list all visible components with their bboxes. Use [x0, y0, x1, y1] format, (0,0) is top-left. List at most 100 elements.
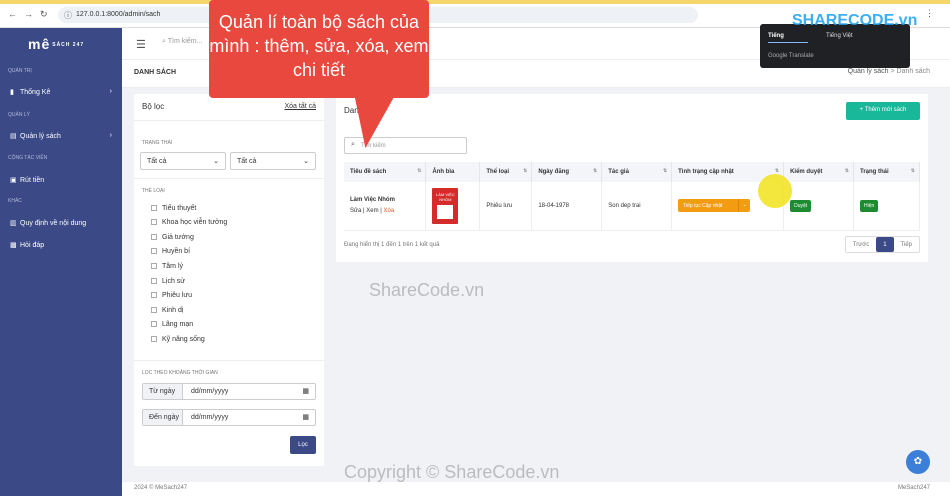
sidebar-item-rut-tien[interactable]: ▣ Rút tiền [10, 176, 114, 184]
chevron-right-icon: › [109, 132, 112, 139]
checkbox[interactable] [151, 234, 157, 240]
genre-label-text: Kỹ năng sống [162, 336, 205, 343]
pagination-next[interactable]: Tiếp [894, 237, 919, 252]
add-book-button[interactable]: + Thêm mới sách [846, 102, 920, 120]
site-info-icon[interactable]: ⓘ [64, 10, 72, 21]
delete-link[interactable]: Xóa [384, 208, 395, 214]
column-header-text: Ảnh bìa [432, 169, 455, 175]
column-header-text: Tình trạng cập nhật [678, 169, 734, 175]
column-header-author[interactable]: Tác giả ⇅ [601, 162, 673, 182]
checkbox[interactable] [151, 278, 157, 284]
sort-icon[interactable]: ⇅ [593, 168, 597, 174]
header-search-input[interactable]: ⌕ Tìm kiếm... [162, 38, 202, 46]
genre-checkbox[interactable]: Lịch sử [151, 278, 185, 285]
checkbox[interactable] [151, 248, 157, 254]
checkbox[interactable] [151, 219, 157, 225]
genre-checkbox[interactable]: Phiêu lưu [151, 292, 192, 299]
sharecode-logo-watermark: SHARECODE.vn [792, 12, 918, 29]
footer: 2024 © MeSach247 MeSach247 [122, 482, 950, 496]
clear-all-link[interactable]: Xóa tất cả [284, 103, 316, 110]
cell-title: Làm Việc Nhóm Sửa | Xem | Xóa [344, 182, 427, 231]
column-header-date[interactable]: Ngày đăng ⇅ [531, 162, 603, 182]
sort-icon[interactable]: ⇅ [845, 168, 849, 174]
checkbox[interactable] [151, 307, 157, 313]
genre-checkbox[interactable]: Tiểu thuyết [151, 205, 196, 212]
cell-moderation: Duyệt [783, 182, 854, 231]
calendar-icon[interactable]: ▦ [302, 387, 309, 395]
chevron-down-icon[interactable]: ⌄ [738, 199, 750, 213]
breadcrumb: Quản lý sách > Danh sách [848, 68, 930, 75]
forward-icon[interactable]: → [24, 9, 33, 19]
pagination-page-1[interactable]: 1 [876, 237, 894, 252]
checkbox[interactable] [151, 336, 157, 342]
sidebar-item-label: Thống Kê [20, 89, 51, 96]
pagination-prev[interactable]: Trước [846, 237, 876, 252]
genre-label-text: Lãng mạn [162, 321, 194, 328]
sort-icon[interactable]: ⇅ [417, 168, 421, 174]
genre-checkbox[interactable]: Kỹ năng sống [151, 336, 205, 343]
sidebar-item-label: Hỏi đáp [20, 242, 45, 249]
sidebar-item-label: Quy định về nội dung [20, 220, 87, 227]
status-select-2[interactable]: Tất cả ⌄ [230, 152, 316, 170]
from-date-field[interactable]: Từ ngày dd/mm/yyyy ▦ [142, 383, 316, 400]
sort-icon[interactable]: ⇅ [663, 168, 667, 174]
from-date-label: Từ ngày [143, 384, 183, 399]
translate-tab-vietnamese[interactable]: Tiếng Việt [826, 33, 853, 39]
genre-checkbox[interactable]: Kinh dị [151, 307, 183, 314]
sidebar-item-quy-dinh[interactable]: ▥ Quy định về nội dung [10, 219, 114, 227]
visibility-button[interactable]: Hiện [860, 199, 879, 212]
book-cover-image: LÀM VIỆC NHÓM [432, 187, 459, 224]
calendar-icon[interactable]: ▦ [302, 413, 309, 421]
document-icon: ▥ [10, 220, 17, 227]
filter-submit-button[interactable]: Lọc [290, 436, 316, 454]
approve-button[interactable]: Duyệt [790, 199, 812, 212]
column-header-title[interactable]: Tiêu đề sách ⇅ [344, 162, 427, 182]
center-watermark: ShareCode.vn [369, 280, 485, 300]
menu-icon[interactable]: ⋮ [925, 8, 934, 19]
translate-tab-source[interactable]: Tiếng [768, 33, 784, 39]
sort-icon[interactable]: ⇅ [523, 168, 527, 174]
edit-link[interactable]: Sửa [350, 208, 361, 214]
sort-icon[interactable]: ⇅ [911, 168, 915, 174]
bottom-watermark: Copyright © ShareCode.vn [344, 462, 560, 482]
sidebar: mê SÁCH 247 QUẢN TRỊ ▮ Thống Kê › QUẢN LÝ … [0, 28, 122, 496]
genre-checkbox[interactable]: Giả tưởng [151, 234, 194, 241]
breadcrumb-quan-ly-sach[interactable]: Quản lý sách [848, 68, 889, 75]
sidebar-item-quan-ly-sach[interactable]: ▤ Quản lý sách › [10, 132, 114, 140]
genre-checkbox[interactable]: Lãng mạn [151, 321, 193, 328]
hamburger-icon[interactable]: ☰ [136, 38, 146, 51]
footer-brand: MeSach247 [897, 485, 930, 491]
cell-author: Son dep trai [601, 182, 673, 231]
genre-checkbox[interactable]: Tâm lý [151, 263, 183, 270]
reload-icon[interactable]: ↻ [40, 9, 48, 20]
app-logo[interactable]: mê SÁCH 247 [28, 36, 84, 52]
status-select[interactable]: Tất cả ⌄ [140, 152, 226, 170]
cover-text: LÀM VIỆC NHÓM [436, 191, 455, 202]
update-status-dropdown[interactable]: Tiếp tục Cập nhật ⌄ [678, 199, 751, 213]
table-header-row: Tiêu đề sách ⇅ Ảnh bìa Thể loại ⇅ Ngày đăn… [344, 162, 920, 182]
checkbox[interactable] [151, 205, 157, 211]
sidebar-item-label: Rút tiền [20, 177, 45, 184]
to-date-field[interactable]: Đến ngày dd/mm/yyyy ▦ [142, 409, 316, 426]
column-header-state[interactable]: Trạng thái ⇅ [853, 162, 920, 182]
genre-checkbox[interactable]: Huyền bí [151, 248, 190, 255]
filter-title: Bộ lọc [142, 102, 165, 111]
row-actions: Sửa | Xem | Xóa [350, 208, 419, 214]
genre-checkbox[interactable]: Khoa học viễn tưởng [151, 219, 227, 226]
genre-label-text: Phiêu lưu [162, 292, 192, 299]
back-icon[interactable]: ← [8, 9, 17, 19]
sidebar-item-hoi-dap[interactable]: ▩ Hỏi đáp [10, 241, 114, 249]
section-khac: KHÁC [8, 198, 22, 204]
column-header-moderation[interactable]: Kiểm duyệt ⇅ [783, 162, 854, 182]
checkbox[interactable] [151, 321, 157, 327]
view-link[interactable]: Xem [366, 208, 378, 214]
column-header-genre[interactable]: Thể loại ⇅ [479, 162, 533, 182]
genre-label-text: Lịch sử [162, 278, 185, 285]
bar-chart-icon: ▮ [10, 89, 14, 96]
checkbox[interactable] [151, 292, 157, 298]
status-select-value: Tất cả [147, 158, 167, 165]
divider [134, 120, 324, 121]
help-button[interactable]: ✿ [906, 450, 930, 474]
checkbox[interactable] [151, 263, 157, 269]
sidebar-item-thong-ke[interactable]: ▮ Thống Kê › [10, 88, 114, 96]
